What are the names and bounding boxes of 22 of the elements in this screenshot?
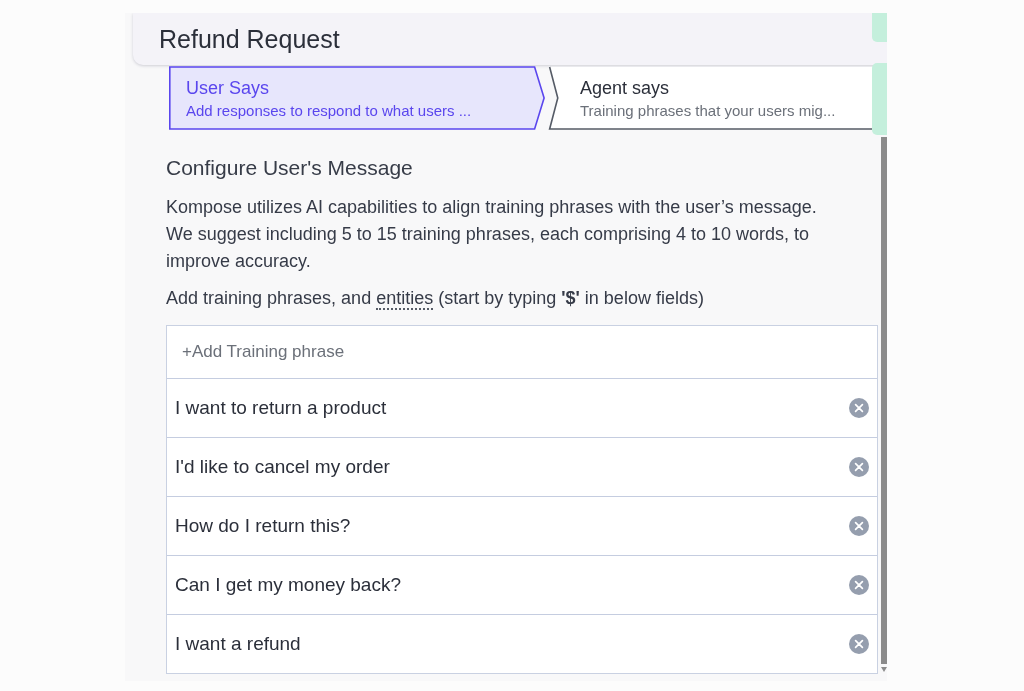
instruction-text: Add training phrases, and entities (start by typing '$' in below fields)	[166, 287, 705, 312]
section-heading: Configure User's Message	[166, 155, 414, 181]
scroll-down-arrow-icon[interactable]	[881, 667, 887, 672]
phrase-field[interactable]: Can I get my money back?	[175, 572, 849, 598]
remove-icon[interactable]	[849, 516, 869, 536]
phrase-field[interactable]: How do I return this?	[175, 513, 849, 539]
remove-icon[interactable]	[849, 457, 869, 477]
scrollbar-thumb[interactable]	[881, 137, 887, 664]
step-tab[interactable]: Agent says Training phrases that your users mig...	[548, 66, 874, 130]
remove-icon[interactable]	[849, 634, 869, 654]
add-phrase-field[interactable]: +Add Training phrase	[182, 340, 869, 364]
phrase-field[interactable]: I want a refund	[175, 631, 849, 657]
remove-icon[interactable]	[849, 398, 869, 418]
phrase-field[interactable]: I want to return a product	[175, 395, 849, 421]
side-tab-edge	[872, 13, 887, 42]
description-text: Kompose utilizes AI capabilities to align training phrases with the user’s message. We suggest including 5 to 15 training phrases, each comprising 4 to 10 words, to improve accuracy.	[166, 196, 818, 273]
side-tab-edge	[872, 63, 887, 135]
step-tab[interactable]: User Says Add responses to respond to what users ...	[166, 66, 546, 130]
entities-link[interactable]: entities	[376, 288, 434, 310]
remove-icon[interactable]	[849, 575, 869, 595]
page-title: Refund Request	[159, 24, 340, 54]
phrase-field[interactable]: I'd like to cancel my order	[175, 454, 849, 480]
